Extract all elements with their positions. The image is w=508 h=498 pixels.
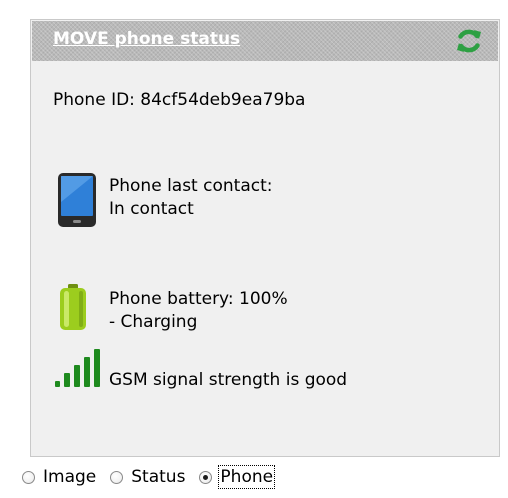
battery-info: Phone battery: 100% - Charging <box>109 288 288 334</box>
radio-label-image[interactable]: Image <box>43 467 96 487</box>
smartphone-icon <box>58 173 96 227</box>
signal-strength-icon <box>55 349 100 387</box>
battery-icon <box>60 284 86 330</box>
radio-label-status[interactable]: Status <box>131 467 185 487</box>
radio-option-phone[interactable]: Phone <box>199 465 276 489</box>
view-selector: Image Status Phone <box>22 462 287 492</box>
radio-label-phone[interactable]: Phone <box>218 465 276 489</box>
refresh-icon[interactable] <box>455 27 483 55</box>
phone-status-panel: MOVE phone status Phone ID: 84cf54deb9ea… <box>30 19 500 457</box>
battery-level-label: Phone battery: 100% <box>109 289 288 309</box>
radio-button-phone[interactable] <box>199 470 213 484</box>
radio-button-status[interactable] <box>110 470 124 484</box>
battery-charging-status: - Charging <box>109 312 198 332</box>
panel-header: MOVE phone status <box>32 21 498 61</box>
phone-id-text: Phone ID: 84cf54deb9ea79ba <box>53 90 306 110</box>
radio-option-status[interactable]: Status <box>110 467 185 487</box>
radio-button-image[interactable] <box>22 470 35 484</box>
panel-title-link[interactable]: MOVE phone status <box>53 29 240 49</box>
gsm-signal-text: GSM signal strength is good <box>109 370 348 390</box>
last-contact-label: Phone last contact: <box>109 176 273 196</box>
last-contact-value: In contact <box>109 199 194 219</box>
radio-option-image[interactable]: Image <box>22 467 96 487</box>
last-contact-info: Phone last contact: In contact <box>109 175 272 221</box>
page: MOVE phone status Phone ID: 84cf54deb9ea… <box>0 0 508 498</box>
